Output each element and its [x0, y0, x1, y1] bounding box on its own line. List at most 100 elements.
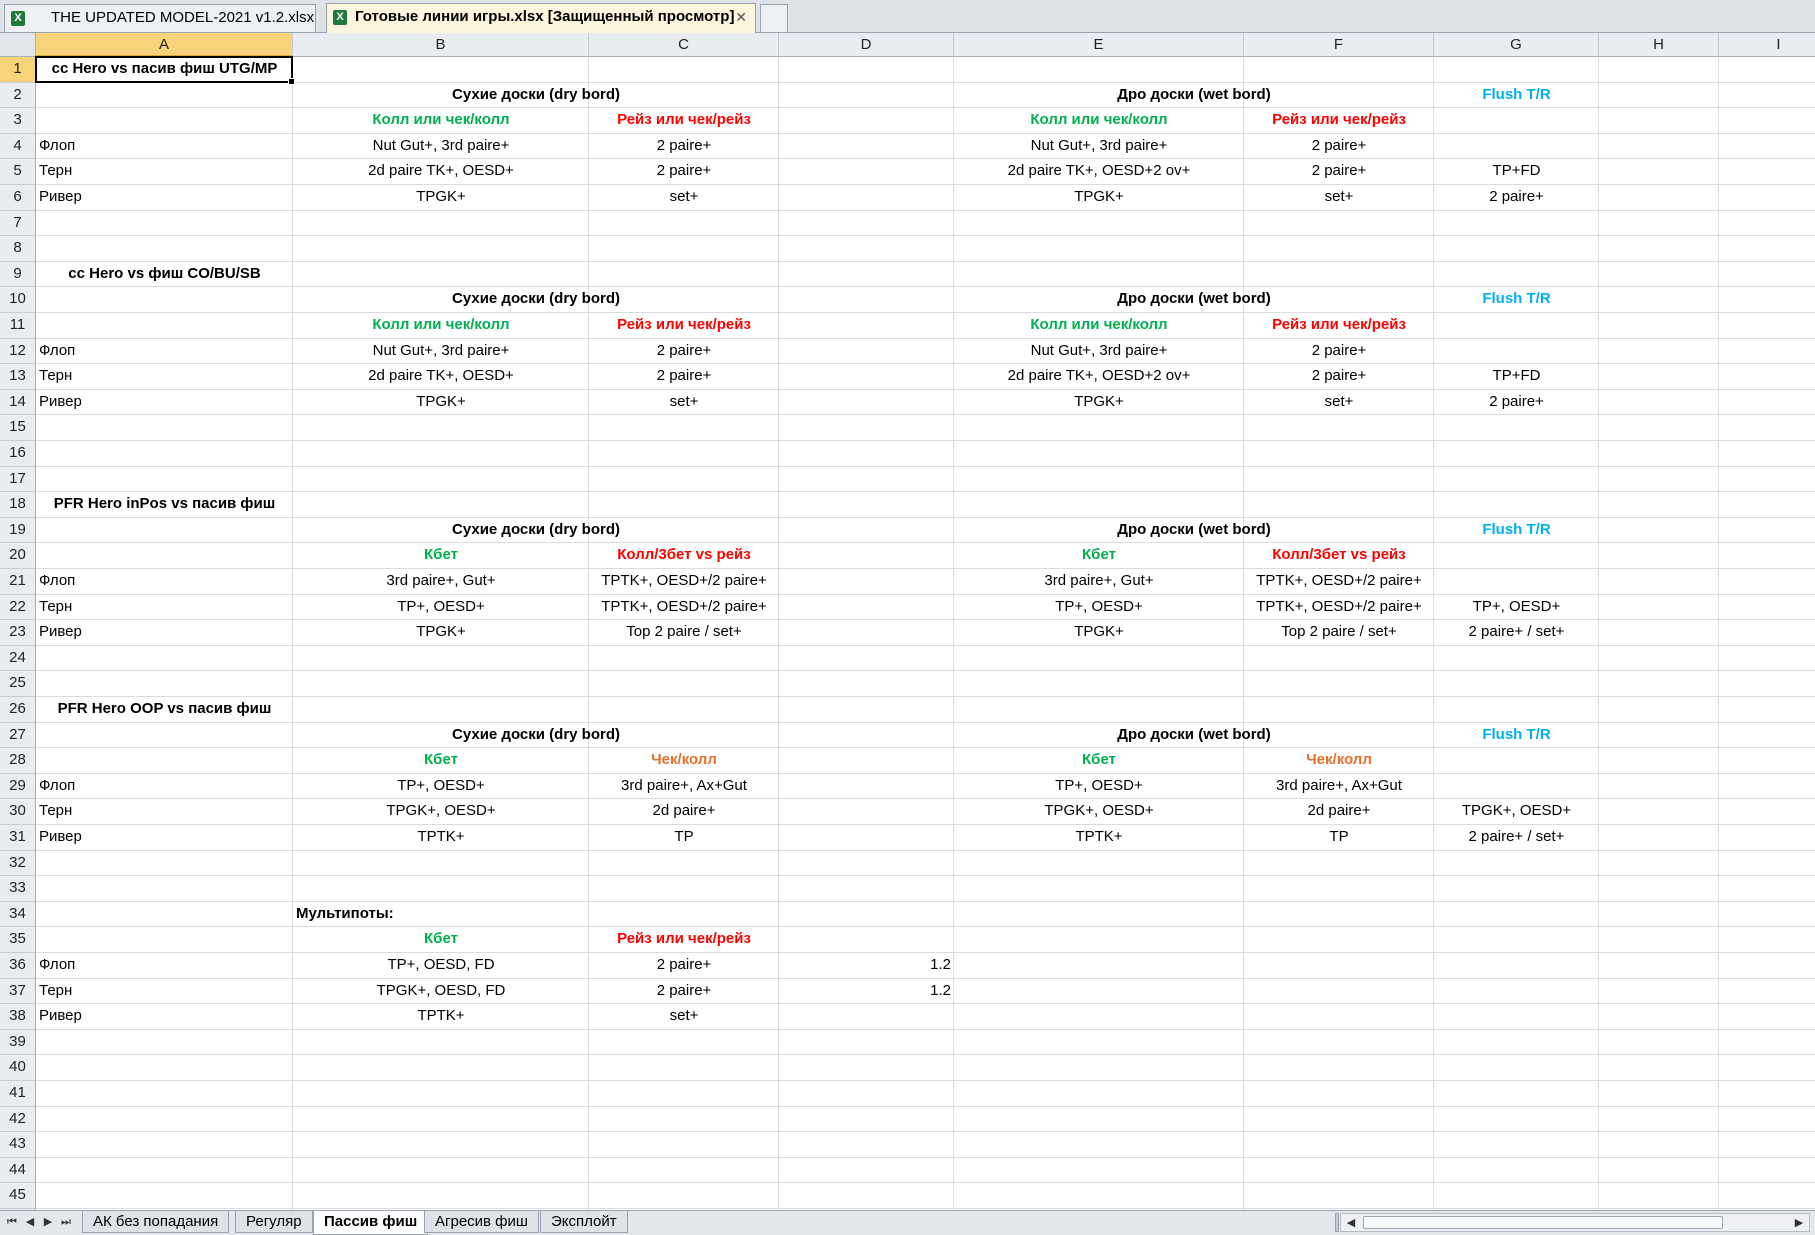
row-header[interactable]: 35: [0, 927, 36, 953]
cell-f23[interactable]: Top 2 paire / set+: [1244, 620, 1434, 646]
row-header[interactable]: 13: [0, 364, 36, 390]
select-all-corner[interactable]: [0, 33, 36, 57]
cell-f13[interactable]: 2 paire+: [1244, 364, 1434, 390]
cell-a5[interactable]: Терн: [36, 159, 293, 185]
row-header[interactable]: 3: [0, 108, 36, 134]
sheet-tab-agresiv-fish[interactable]: Агресив фиш: [424, 1211, 539, 1233]
cell-a1[interactable]: cc Hero vs пасив фиш UTG/MP: [36, 57, 293, 83]
cell-g13[interactable]: TP+FD: [1434, 364, 1599, 390]
cell-c12[interactable]: 2 paire+: [589, 339, 779, 365]
cell-e13[interactable]: 2d paire TK+, OESD+2 ov+: [954, 364, 1244, 390]
column-header[interactable]: H: [1599, 33, 1719, 57]
cell-c35[interactable]: Рейз или чек/рейз: [589, 927, 779, 953]
cell-a6[interactable]: Ривер: [36, 185, 293, 211]
cell-e23[interactable]: TPGK+: [954, 620, 1244, 646]
cell-f11[interactable]: Рейз или чек/рейз: [1244, 313, 1434, 339]
cell-b11[interactable]: Колл или чек/колл: [293, 313, 589, 339]
cell-c14[interactable]: set+: [589, 390, 779, 416]
cell-b38[interactable]: TPTK+: [293, 1004, 589, 1030]
cell-c31[interactable]: TP: [589, 825, 779, 851]
cell-b35[interactable]: Кбет: [293, 927, 589, 953]
doc-tab-gotovye-linii[interactable]: X Готовые линии игры.xlsx [Защищенный пр…: [326, 3, 756, 33]
cell-a18[interactable]: PFR Hero inPos vs пасив фиш: [36, 492, 293, 518]
cell-e5[interactable]: 2d paire TK+, OESD+2 ov+: [954, 159, 1244, 185]
row-header[interactable]: 27: [0, 722, 36, 749]
cell-e21[interactable]: 3rd paire+, Gut+: [954, 569, 1244, 595]
cell-b10[interactable]: Сухие доски (dry bord): [293, 287, 779, 313]
cell-d36[interactable]: 1.2: [779, 953, 954, 979]
horizontal-scrollbar[interactable]: ◀ ▶: [1340, 1213, 1810, 1232]
cell-c23[interactable]: Top 2 paire / set+: [589, 620, 779, 646]
cell-e19[interactable]: Дро доски (wet bord): [954, 518, 1434, 544]
cell-a9[interactable]: cc Hero vs фиш CO/BU/SB: [36, 262, 293, 288]
row-header[interactable]: 6: [0, 185, 36, 211]
row-header[interactable]: 12: [0, 338, 36, 365]
row-header[interactable]: 17: [0, 466, 36, 493]
cell-e2[interactable]: Дро доски (wet bord): [954, 83, 1434, 109]
cell-b36[interactable]: TP+, OESD, FD: [293, 953, 589, 979]
row-header[interactable]: 39: [0, 1029, 36, 1056]
last-sheet-icon[interactable]: ⏭: [58, 1214, 74, 1230]
sheet-tab-passiv-fish[interactable]: Пассив фиш: [313, 1211, 429, 1235]
cell-b27[interactable]: Сухие доски (dry bord): [293, 723, 779, 749]
sheet-tab-eksployt[interactable]: Эксплойт: [540, 1211, 628, 1233]
row-header[interactable]: 1: [0, 57, 36, 83]
cell-e20[interactable]: Кбет: [954, 543, 1244, 569]
cell-a37[interactable]: Терн: [36, 979, 293, 1005]
sheet-tab-ak-bez-popadaniya[interactable]: АК без попадания: [82, 1211, 230, 1233]
cell-b20[interactable]: Кбет: [293, 543, 589, 569]
cell-e27[interactable]: Дро доски (wet bord): [954, 723, 1434, 749]
scroll-left-icon[interactable]: ◀: [1343, 1215, 1359, 1231]
doc-tab-updated-model[interactable]: X THE UPDATED MODEL-2021 v1.2.xlsx: [4, 4, 316, 32]
cell-f14[interactable]: set+: [1244, 390, 1434, 416]
row-header[interactable]: 16: [0, 441, 36, 467]
cell-c22[interactable]: TPTK+, OESD+/2 paire+: [589, 595, 779, 621]
row-header[interactable]: 10: [0, 287, 36, 313]
cell-e30[interactable]: TPGK+, OESD+: [954, 799, 1244, 825]
cell-f4[interactable]: 2 paire+: [1244, 134, 1434, 160]
cell-g27[interactable]: Flush T/R: [1434, 723, 1599, 749]
cell-b6[interactable]: TPGK+: [293, 185, 589, 211]
cell-e28[interactable]: Кбет: [954, 748, 1244, 774]
close-icon[interactable]: ✕: [735, 4, 747, 30]
cell-a4[interactable]: Флоп: [36, 134, 293, 160]
cell-b2[interactable]: Сухие доски (dry bord): [293, 83, 779, 109]
cell-a30[interactable]: Терн: [36, 799, 293, 825]
sheet-tab-regulyar[interactable]: Регуляр: [235, 1211, 313, 1233]
cell-a21[interactable]: Флоп: [36, 569, 293, 595]
cell-c37[interactable]: 2 paire+: [589, 979, 779, 1005]
cell-e11[interactable]: Колл или чек/колл: [954, 313, 1244, 339]
cell-c38[interactable]: set+: [589, 1004, 779, 1030]
row-header[interactable]: 9: [0, 261, 36, 288]
cell-e22[interactable]: TP+, OESD+: [954, 595, 1244, 621]
row-header[interactable]: 36: [0, 953, 36, 979]
cell-a14[interactable]: Ривер: [36, 390, 293, 416]
row-header[interactable]: 43: [0, 1132, 36, 1158]
cell-b21[interactable]: 3rd paire+, Gut+: [293, 569, 589, 595]
cell-a31[interactable]: Ривер: [36, 825, 293, 851]
cell-b34[interactable]: Мультипоты:: [293, 902, 589, 928]
cell-c4[interactable]: 2 paire+: [589, 134, 779, 160]
cell-c28[interactable]: Чек/колл: [589, 748, 779, 774]
column-header[interactable]: B: [293, 33, 589, 57]
row-header[interactable]: 8: [0, 236, 36, 262]
row-header[interactable]: 45: [0, 1183, 36, 1209]
row-header[interactable]: 20: [0, 543, 36, 569]
first-sheet-icon[interactable]: ⏮: [4, 1214, 20, 1230]
column-header[interactable]: E: [954, 33, 1244, 57]
row-header[interactable]: 32: [0, 850, 36, 877]
row-header[interactable]: 14: [0, 389, 36, 416]
cell-b4[interactable]: Nut Gut+, 3rd paire+: [293, 134, 589, 160]
new-tab-button[interactable]: [760, 4, 788, 32]
cell-e6[interactable]: TPGK+: [954, 185, 1244, 211]
row-header[interactable]: 7: [0, 210, 36, 237]
cell-g22[interactable]: TP+, OESD+: [1434, 595, 1599, 621]
cell-d37[interactable]: 1.2: [779, 979, 954, 1005]
cell-a23[interactable]: Ривер: [36, 620, 293, 646]
row-header[interactable]: 38: [0, 1004, 36, 1030]
cell-b37[interactable]: TPGK+, OESD, FD: [293, 979, 589, 1005]
cell-a29[interactable]: Флоп: [36, 774, 293, 800]
row-header[interactable]: 11: [0, 313, 36, 339]
cell-f29[interactable]: 3rd paire+, Ax+Gut: [1244, 774, 1434, 800]
row-header[interactable]: 40: [0, 1055, 36, 1081]
